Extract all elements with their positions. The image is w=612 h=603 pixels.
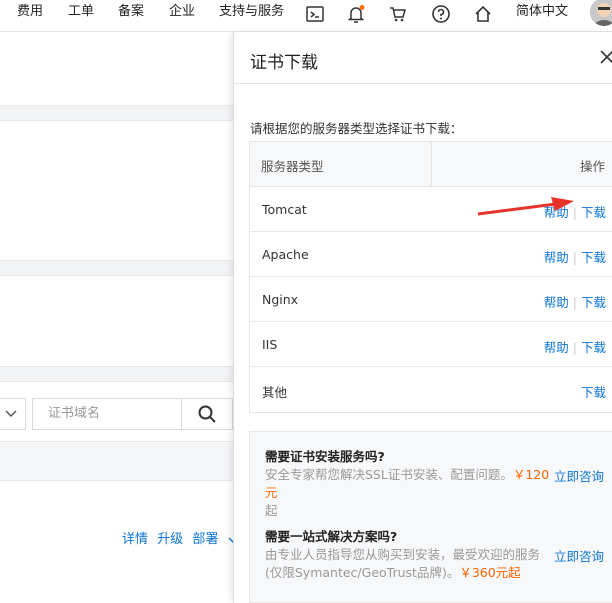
row-operations: 帮助 | 下载 <box>544 247 606 266</box>
chevron-down-icon <box>5 410 17 418</box>
close-icon[interactable] <box>600 50 612 64</box>
table-header: 服务器类型 操作 <box>250 142 612 187</box>
server-name: Tomcat <box>262 202 307 217</box>
detail-link[interactable]: 详情 <box>122 532 148 547</box>
cert-download-drawer: 证书下载 请根据您的服务器类型选择证书下载： 服务器类型 操作 Tomcat 帮… <box>233 32 612 603</box>
download-link[interactable]: 下载 <box>581 205 606 220</box>
install-service-text: 安全专家帮您解决SSL证书安装、配置问题。￥120元起 <box>265 466 555 520</box>
download-table: 服务器类型 操作 Tomcat 帮助 | 下载 Apache 帮助 | 下载 Nginx… <box>249 141 612 413</box>
column-action: 操作 <box>579 159 605 174</box>
column-server-type: 服务器类型 <box>261 159 324 174</box>
table-row: Nginx 帮助 | 下载 <box>250 277 612 322</box>
deploy-link[interactable]: 部署 <box>192 532 218 547</box>
search-icon <box>198 405 216 423</box>
service-info-box: 需要证书安装服务吗? 安全专家帮您解决SSL证书安装、配置问题。￥120元起 立… <box>249 431 612 603</box>
row-operations: 帮助 | 下载 <box>544 337 606 356</box>
row-actions: 详情 升级 部署 <box>122 528 239 547</box>
separator: | <box>572 205 577 220</box>
server-name: Nginx <box>262 292 299 307</box>
download-link[interactable]: 下载 <box>581 295 606 310</box>
table-row: 其他 下载 <box>250 367 612 412</box>
nav-item-billing[interactable]: 费用 <box>17 0 43 32</box>
avatar-image <box>590 0 612 26</box>
separator: | <box>572 250 577 265</box>
column-separator <box>431 142 432 187</box>
help-link[interactable]: 帮助 <box>544 295 569 310</box>
server-name: 其他 <box>262 385 288 400</box>
nav-item-support[interactable]: 支持与服务 <box>219 0 284 32</box>
section-band <box>0 366 233 382</box>
download-link[interactable]: 下载 <box>581 340 606 355</box>
language-switch[interactable]: 简体中文 <box>516 0 568 32</box>
install-price-suffix: 起 <box>265 503 278 518</box>
top-nav: 费用 工单 备案 企业 支持与服务 简体中文 <box>0 0 612 32</box>
avatar[interactable] <box>590 0 612 26</box>
help-icon[interactable] <box>431 4 451 24</box>
solution-text: 由专业人员指导您从购买到安装，最受欢迎的服务(仅限Symantec/GeoTru… <box>265 546 555 582</box>
bell-icon[interactable] <box>346 4 366 24</box>
upgrade-link[interactable]: 升级 <box>157 532 183 547</box>
search-button[interactable] <box>181 398 233 430</box>
help-link[interactable]: 帮助 <box>544 250 569 265</box>
cert-domain-search-input[interactable]: 证书域名 <box>32 398 182 430</box>
solution-price: ￥360元起 <box>459 565 521 580</box>
install-consult-link[interactable]: 立即咨询 <box>554 466 604 485</box>
table-header <box>0 441 233 481</box>
server-name: IIS <box>262 337 278 352</box>
section-band <box>0 105 233 121</box>
help-link[interactable]: 帮助 <box>544 205 569 220</box>
filter-select[interactable] <box>0 398 26 430</box>
server-name: Apache <box>262 247 309 262</box>
table-row: Tomcat 帮助 | 下载 <box>250 187 612 232</box>
drawer-description: 请根据您的服务器类型选择证书下载： <box>250 121 463 136</box>
install-service-desc: 安全专家帮您解决SSL证书安装、配置问题。 <box>265 467 513 482</box>
cart-icon[interactable] <box>388 4 408 24</box>
row-operations: 下载 <box>581 382 606 401</box>
divider <box>234 83 612 84</box>
nav-item-enterprise[interactable]: 企业 <box>169 0 195 32</box>
download-link[interactable]: 下载 <box>581 250 606 265</box>
solution-title: 需要一站式解决方案吗? <box>265 529 398 544</box>
help-link[interactable]: 帮助 <box>544 340 569 355</box>
download-link[interactable]: 下载 <box>581 385 606 400</box>
background-page: 证书域名 详情 升级 部署 <box>0 32 238 603</box>
terminal-icon[interactable] <box>305 4 325 24</box>
solution-consult-link[interactable]: 立即咨询 <box>554 546 604 565</box>
nav-item-filing[interactable]: 备案 <box>118 0 144 32</box>
home-icon[interactable] <box>473 4 493 24</box>
table-row: Apache 帮助 | 下载 <box>250 232 612 277</box>
drawer-title: 证书下载 <box>250 53 318 73</box>
row-operations: 帮助 | 下载 <box>544 292 606 311</box>
separator: | <box>572 295 577 310</box>
table-row: IIS 帮助 | 下载 <box>250 322 612 367</box>
section-band <box>0 260 233 276</box>
install-service-title: 需要证书安装服务吗? <box>265 449 385 464</box>
separator: | <box>572 340 577 355</box>
nav-item-ticket[interactable]: 工单 <box>68 0 94 32</box>
row-operations: 帮助 | 下载 <box>544 202 606 221</box>
